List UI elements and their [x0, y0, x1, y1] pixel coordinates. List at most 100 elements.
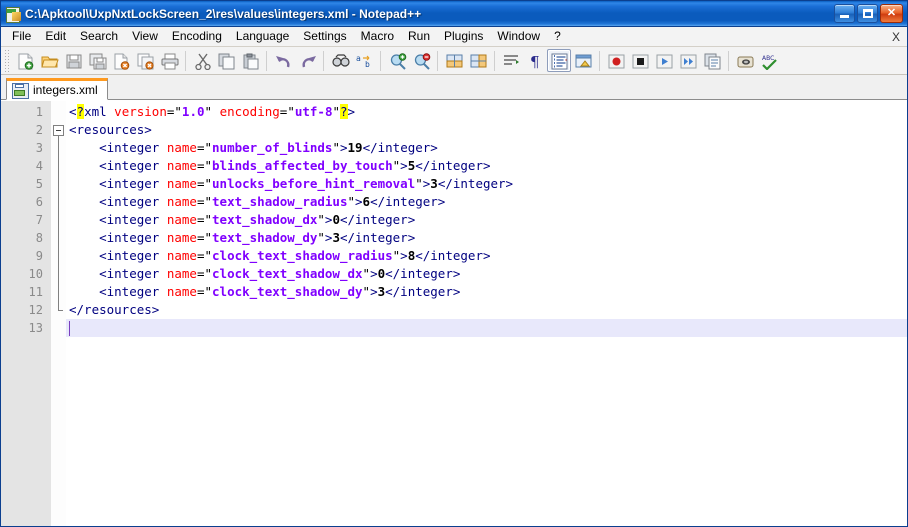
menu-item-edit[interactable]: Edit — [38, 28, 73, 46]
toolbar-drag-grip[interactable] — [3, 49, 10, 72]
menu-item-macro[interactable]: Macro — [354, 28, 401, 46]
toolbar-separator — [185, 50, 186, 71]
menu-item-run[interactable]: Run — [401, 28, 437, 46]
menu-item-view[interactable]: View — [125, 28, 165, 46]
editor-area[interactable]: 1 2 3 4 5 6 7 8 9 10 11 12 13 <?xml version="1.0" en… — [1, 100, 907, 525]
menu-item-file[interactable]: File — [5, 28, 38, 46]
replace-icon[interactable]: a b — [352, 49, 376, 72]
code-token: text_shadow_radius — [212, 194, 348, 209]
code-token: </integer> — [385, 266, 461, 281]
spell-check-icon[interactable]: ABC — [757, 49, 781, 72]
code-line[interactable]: <integer name="unlocks_before_hint_remov… — [66, 175, 907, 193]
code-text-area[interactable]: <?xml version="1.0" encoding="utf-8"?> <r… — [66, 101, 907, 525]
code-token: name — [166, 284, 197, 299]
code-token: " — [317, 230, 325, 245]
menu-item-settings[interactable]: Settings — [296, 28, 353, 46]
sync-horizontal-scroll-icon[interactable] — [466, 49, 490, 72]
show-all-characters-icon[interactable]: ¶ — [523, 49, 547, 72]
paste-icon[interactable] — [238, 49, 262, 72]
run-macro-multiple-icon[interactable] — [676, 49, 700, 72]
close-button[interactable]: ✕ — [880, 4, 903, 23]
maximize-button[interactable] — [857, 4, 878, 23]
cut-icon[interactable] — [190, 49, 214, 72]
close-all-files-icon[interactable] — [133, 49, 157, 72]
code-token: 0 — [377, 266, 386, 281]
code-token: <integer — [69, 284, 167, 299]
code-token: " — [204, 230, 213, 245]
minimize-button[interactable] — [834, 4, 855, 23]
code-token: " — [347, 194, 356, 209]
menu-item-search[interactable]: Search — [73, 28, 125, 46]
new-file-icon[interactable] — [13, 49, 37, 72]
code-token: text_shadow_dx — [212, 212, 318, 227]
close-file-icon[interactable] — [109, 49, 133, 72]
code-token: text_shadow_dy — [212, 230, 318, 245]
code-line[interactable] — [66, 319, 907, 337]
code-token: <integer — [69, 158, 167, 173]
code-token: " — [362, 284, 371, 299]
line-number: 11 — [28, 285, 43, 299]
print-icon[interactable] — [157, 49, 181, 72]
stop-macro-icon[interactable] — [628, 49, 652, 72]
code-token: 0 — [332, 212, 340, 227]
toolbar-separator — [494, 50, 495, 71]
code-line[interactable]: <integer name="clock_text_shadow_radius"… — [66, 247, 907, 265]
zoom-out-icon[interactable] — [409, 49, 433, 72]
code-line[interactable]: <?xml version="1.0" encoding="utf-8"?> — [66, 103, 907, 121]
record-macro-icon[interactable] — [604, 49, 628, 72]
code-token: " — [317, 212, 325, 227]
code-line[interactable]: <integer name="clock_text_shadow_dy">3</… — [66, 283, 907, 301]
code-token: <resources> — [69, 122, 152, 137]
show-indent-guide-icon[interactable] — [547, 49, 571, 72]
code-token: > — [339, 140, 348, 155]
fold-collapse-icon[interactable] — [53, 125, 64, 136]
code-token: </integer> — [385, 284, 461, 299]
line-number-gutter: 1 2 3 4 5 6 7 8 9 10 11 12 13 — [1, 101, 51, 525]
user-defined-dialog-icon[interactable] — [571, 49, 595, 72]
copy-icon[interactable] — [214, 49, 238, 72]
word-wrap-icon[interactable] — [499, 49, 523, 72]
undo-icon[interactable] — [271, 49, 295, 72]
redo-icon[interactable] — [295, 49, 319, 72]
play-macro-icon[interactable] — [652, 49, 676, 72]
code-token: encoding — [219, 104, 280, 119]
code-token: < — [69, 104, 77, 119]
notepad-plus-plus-icon — [5, 6, 21, 23]
line-number: 5 — [35, 177, 43, 191]
code-token: 1.0 — [181, 104, 205, 119]
close-document-button[interactable]: X — [892, 30, 900, 44]
menu-item-plugins[interactable]: Plugins — [437, 28, 490, 46]
sync-vertical-scroll-icon[interactable] — [442, 49, 466, 72]
find-icon[interactable] — [328, 49, 352, 72]
fold-margin-row — [51, 319, 66, 337]
code-token: > — [400, 248, 408, 263]
menu-item-language[interactable]: Language — [229, 28, 296, 46]
tab-integers-xml[interactable]: integers.xml — [6, 78, 108, 100]
save-macro-icon[interactable] — [700, 49, 724, 72]
code-line[interactable]: </resources> — [66, 301, 907, 319]
saved-document-icon — [12, 83, 29, 99]
code-line[interactable]: <integer name="text_shadow_dx">0</intege… — [66, 211, 907, 229]
code-token: ? — [340, 104, 348, 119]
menu-item-encoding[interactable]: Encoding — [165, 28, 229, 46]
code-token: </integer> — [362, 140, 438, 155]
menu-item-help[interactable]: ? — [547, 28, 568, 46]
code-token: " — [204, 194, 213, 209]
code-line[interactable]: <integer name="text_shadow_radius">6</in… — [66, 193, 907, 211]
zoom-in-icon[interactable] — [385, 49, 409, 72]
toolbar-separator — [728, 50, 729, 71]
code-line[interactable]: <integer name="blinds_affected_by_touch"… — [66, 157, 907, 175]
code-line[interactable]: <integer name="clock_text_shadow_dx">0</… — [66, 265, 907, 283]
save-all-icon[interactable] — [85, 49, 109, 72]
code-line[interactable]: <integer name="text_shadow_dy">3</intege… — [66, 229, 907, 247]
save-icon[interactable] — [61, 49, 85, 72]
code-folding-margin[interactable] — [51, 101, 66, 525]
title-bar[interactable]: C:\Apktool\UxpNxtLockScreen_2\res\values… — [1, 1, 907, 27]
menu-item-window[interactable]: Window — [490, 28, 547, 46]
open-file-icon[interactable] — [37, 49, 61, 72]
code-line[interactable]: <integer name="number_of_blinds">19</int… — [66, 139, 907, 157]
code-token: blinds_affected_by_touch — [212, 158, 393, 173]
run-icon[interactable] — [733, 49, 757, 72]
code-line[interactable]: <resources> — [66, 121, 907, 139]
